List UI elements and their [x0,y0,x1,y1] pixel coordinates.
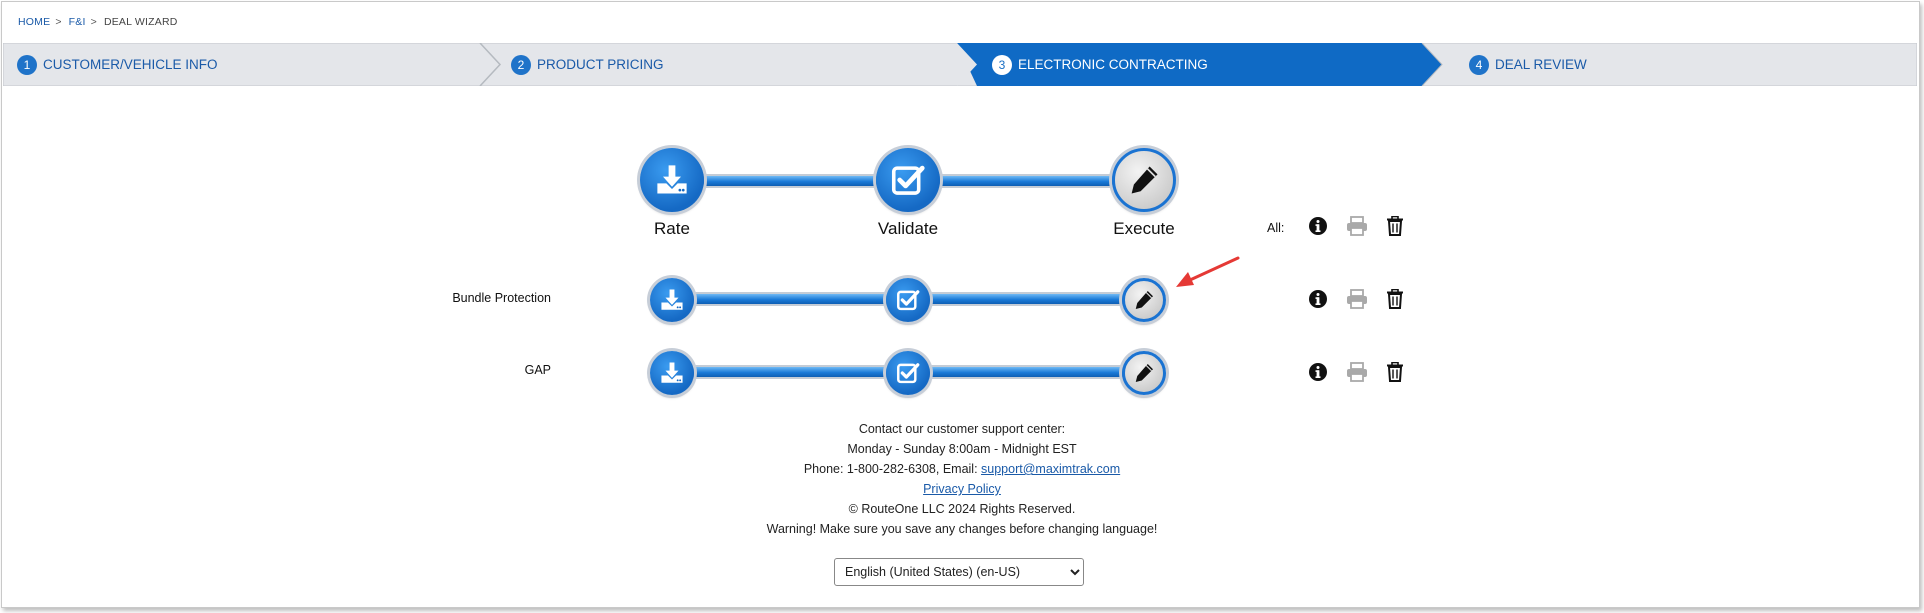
pencil-icon [1132,361,1156,385]
execute-stage-button[interactable] [1122,351,1166,395]
step-label: CUSTOMER/VEHICLE INFO [43,57,218,72]
wizard-steps-background [3,43,1917,86]
execute-stage-button[interactable] [1112,148,1176,212]
step-number: 3 [992,54,1012,75]
delete-button[interactable] [1384,288,1406,310]
all-info-button[interactable] [1307,215,1329,237]
language-select[interactable]: English (United States) (en-US) [834,558,1084,586]
info-icon [1308,362,1328,382]
print-icon [1346,289,1368,309]
support-email-link[interactable]: support@maximtrak.com [981,462,1120,476]
execute-stage-button[interactable] [1122,278,1166,322]
step-product-pricing[interactable]: 2 PRODUCT PRICING [511,43,664,86]
product-name: Bundle Protection [452,291,551,305]
support-hours: Monday - Sunday 8:00am - Midnight EST [847,442,1077,456]
rate-stage-button[interactable] [650,351,694,395]
checkbox-icon [889,161,927,199]
rate-label: Rate [654,219,690,238]
print-icon [1346,216,1368,236]
breadcrumb-separator: > [55,16,62,28]
info-icon [1308,216,1328,236]
rate-stage-button[interactable] [650,278,694,322]
privacy-policy-link[interactable]: Privacy Policy [923,482,1001,496]
info-icon [1308,289,1328,309]
rate-stage-button[interactable] [640,148,704,212]
copyright: © RouteOne LLC 2024 Rights Reserved. [848,502,1076,516]
validate-stage-button[interactable] [886,351,930,395]
print-button[interactable] [1346,288,1368,310]
execute-label: Execute [1113,219,1175,238]
step-label: PRODUCT PRICING [537,57,664,72]
all-label: All: [1267,221,1285,235]
download-icon [659,360,685,386]
download-icon [659,287,685,313]
language-warning: Warning! Make sure you save any changes … [766,522,1158,536]
step-customer-vehicle-info[interactable]: 1 CUSTOMER/VEHICLE INFO [17,43,218,86]
step-number: 2 [511,54,531,75]
delete-button[interactable] [1384,361,1406,383]
product-name: GAP [524,363,551,377]
pencil-icon [1126,162,1162,198]
trash-icon [1386,216,1404,236]
all-print-button[interactable] [1346,215,1368,237]
step-label: ELECTRONIC CONTRACTING [1018,57,1208,72]
print-icon [1346,362,1368,382]
checkbox-icon [895,287,921,313]
pencil-icon [1132,288,1156,312]
validate-label: Validate [877,219,939,238]
step-deal-review[interactable]: 4 DEAL REVIEW [1469,43,1587,86]
breadcrumb: HOME > F&I > DEAL WIZARD [18,16,178,28]
trash-icon [1386,289,1404,309]
breadcrumb-home[interactable]: HOME [18,16,50,28]
support-contact: Phone: 1-800-282-6308, Email: support@ma… [0,459,1924,479]
breadcrumb-current: DEAL WIZARD [103,16,178,28]
validate-stage-button[interactable] [886,278,930,322]
info-button[interactable] [1307,288,1329,310]
download-icon [654,162,690,198]
validate-stage-button[interactable] [876,148,940,212]
breadcrumb-fi[interactable]: F&I [69,16,86,28]
all-delete-button[interactable] [1384,215,1406,237]
info-button[interactable] [1307,361,1329,383]
checkbox-icon [895,360,921,386]
breadcrumb-separator: > [90,16,97,28]
print-button[interactable] [1346,361,1368,383]
step-electronic-contracting[interactable]: 3 ELECTRONIC CONTRACTING [992,43,1208,86]
wizard-steps: 1 CUSTOMER/VEHICLE INFO 2 PRODUCT PRICIN… [3,43,1917,86]
support-heading: Contact our customer support center: [858,422,1066,436]
step-label: DEAL REVIEW [1495,57,1587,72]
footer: Contact our customer support center: Mon… [0,419,1924,539]
trash-icon [1386,362,1404,382]
step-number: 4 [1469,54,1489,75]
step-number: 1 [17,54,37,75]
support-phone: Phone: 1-800-282-6308, Email: [803,462,982,476]
